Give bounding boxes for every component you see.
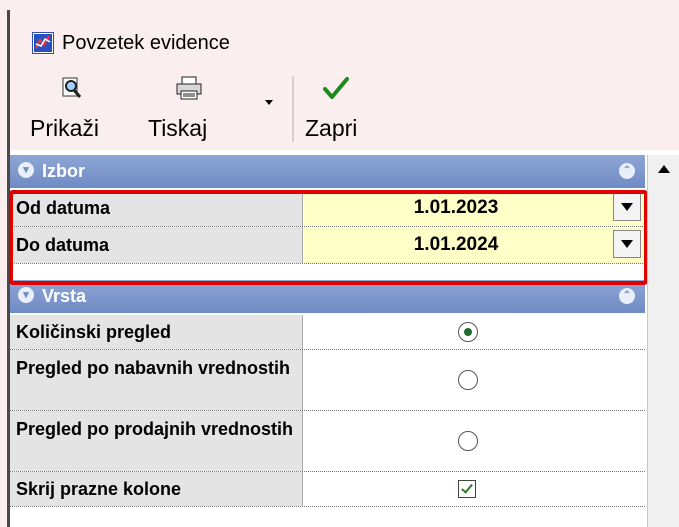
radio-cell[interactable] [303, 350, 645, 410]
category-expand-icon[interactable]: ▾ [18, 287, 34, 303]
window-frame-left [0, 0, 7, 527]
property-name: Količinski pregled [10, 315, 303, 349]
category-label: Izbor [42, 161, 85, 181]
property-grid: ▾ Izbor ⌃ Od datuma 1.01.2023 Do datuma … [10, 155, 645, 527]
property-name: Pregled po nabavnih vrednostih [10, 350, 303, 410]
property-row[interactable]: Do datuma 1.01.2024 [10, 227, 645, 264]
property-row[interactable]: Od datuma 1.01.2023 [10, 190, 645, 227]
scroll-up-icon[interactable] [648, 155, 679, 185]
radio-cell[interactable] [303, 411, 645, 471]
dropdown-arrow-icon[interactable] [613, 193, 641, 221]
property-label: Od datuma [16, 198, 111, 218]
radio-button[interactable] [458, 431, 478, 451]
property-row[interactable]: Pregled po prodajnih vrednostih [10, 411, 645, 472]
radio-button-selected[interactable] [458, 322, 478, 342]
category-label: Vrsta [42, 286, 87, 306]
show-button[interactable]: Prikaži [30, 68, 120, 150]
property-row[interactable]: Skrij prazne kolone [10, 472, 645, 507]
date-value[interactable]: 1.01.2024 [303, 234, 609, 256]
category-izbor[interactable]: ▾ Izbor ⌃ [10, 155, 645, 188]
checkbox-checked[interactable] [458, 480, 476, 498]
green-checkmark-icon [323, 77, 349, 99]
toolbar-separator [292, 76, 294, 142]
property-label: Pregled po nabavnih vrednostih [16, 358, 291, 378]
collapse-chevron-icon[interactable]: ⌃ [619, 163, 635, 179]
printer-icon [176, 76, 202, 100]
magnifier-preview-icon [62, 77, 82, 98]
property-label: Do datuma [16, 235, 110, 255]
property-name: Od datuma [10, 190, 303, 226]
print-dropdown-arrow-icon[interactable] [265, 100, 273, 105]
toolbar: Prikaži Tiskaj Zapri [10, 68, 679, 150]
category-vrsta[interactable]: ▾ Vrsta ⌃ [10, 280, 645, 313]
print-button-label: Tiskaj [148, 115, 208, 141]
report-chart-icon [32, 32, 54, 54]
date-value[interactable]: 1.01.2023 [303, 197, 609, 219]
property-name: Skrij prazne kolone [10, 472, 303, 506]
dropdown-arrow-icon[interactable] [613, 230, 641, 258]
date-value-cell[interactable]: 1.01.2024 [303, 227, 645, 263]
window-titlebar: Povzetek evidence [10, 10, 679, 68]
window-title: Povzetek evidence [62, 32, 230, 54]
property-name: Pregled po prodajnih vrednostih [10, 411, 303, 471]
date-value-cell[interactable]: 1.01.2023 [303, 190, 645, 226]
property-name: Do datuma [10, 227, 303, 263]
property-label: Pregled po prodajnih vrednostih [16, 419, 294, 439]
close-button-label: Zapri [305, 115, 358, 141]
property-label: Skrij prazne kolone [16, 479, 182, 499]
show-button-label: Prikaži [30, 115, 100, 141]
property-row[interactable]: Količinski pregled [10, 315, 645, 350]
close-button[interactable]: Zapri [305, 68, 395, 150]
radio-cell[interactable] [303, 315, 645, 349]
category-expand-icon[interactable]: ▾ [18, 162, 34, 178]
print-button[interactable]: Tiskaj [148, 68, 258, 150]
collapse-chevron-icon[interactable]: ⌃ [619, 288, 635, 304]
window-frame-top [0, 0, 679, 10]
property-row[interactable]: Pregled po nabavnih vrednostih [10, 350, 645, 411]
property-label: Količinski pregled [16, 322, 172, 342]
checkbox-cell[interactable] [303, 472, 645, 506]
radio-button[interactable] [458, 370, 478, 390]
vertical-scrollbar[interactable] [647, 155, 679, 527]
